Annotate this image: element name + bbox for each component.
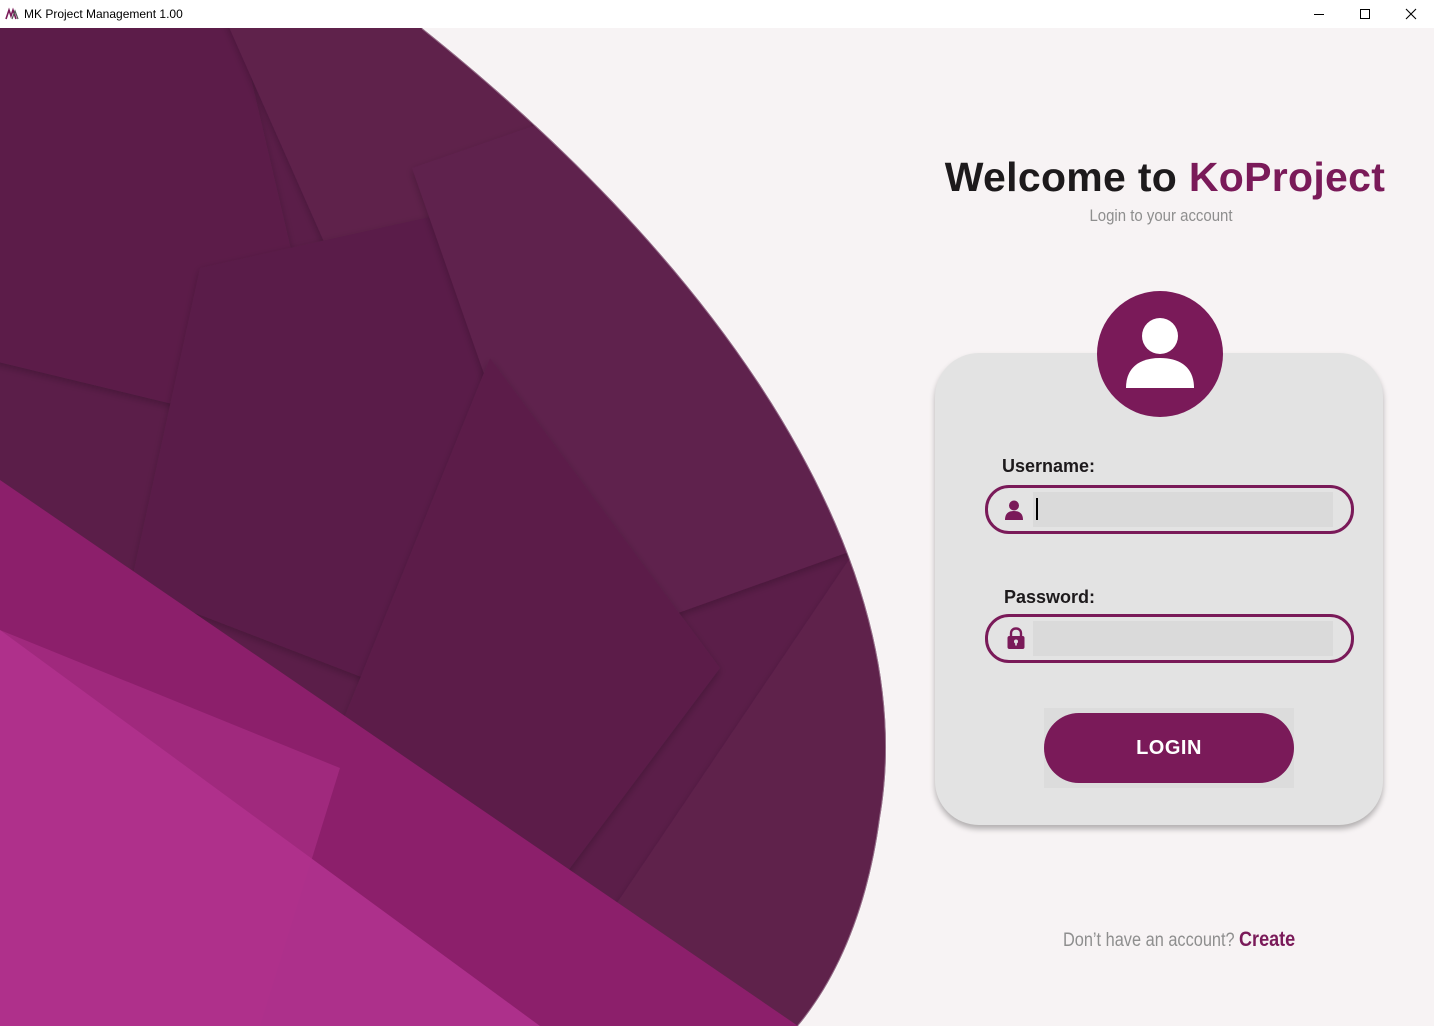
welcome-heading: Welcome to KoProject — [930, 154, 1400, 201]
password-input[interactable] — [1033, 621, 1333, 656]
username-label: Username: — [1002, 456, 1096, 476]
close-button[interactable] — [1388, 0, 1434, 28]
window-title: MK Project Management 1.00 — [24, 7, 183, 21]
signup-prompt: Don’t have an account? Create — [1020, 928, 1320, 952]
text-caret — [1036, 498, 1038, 520]
brand-name: KoProject — [1188, 154, 1386, 200]
app-window: MK Project Management 1.00 Welcome to Ko… — [0, 0, 1434, 1026]
app-logo-icon — [5, 7, 19, 20]
maximize-icon — [1360, 9, 1370, 19]
lock-icon — [1007, 627, 1025, 649]
signup-question: Don’t have an account? — [1063, 930, 1235, 951]
decorative-background-art — [0, 28, 887, 1026]
minimize-button[interactable] — [1296, 0, 1342, 28]
username-field[interactable] — [985, 485, 1354, 534]
avatar — [1097, 291, 1223, 417]
window-controls — [1296, 0, 1434, 28]
create-account-link[interactable]: Create — [1239, 928, 1295, 952]
login-screen: Welcome to KoProject Login to your accou… — [0, 28, 1434, 1026]
username-input[interactable] — [1033, 492, 1333, 527]
welcome-prefix: Welcome to — [944, 154, 1189, 200]
minimize-icon — [1314, 14, 1324, 15]
user-icon — [1005, 500, 1023, 520]
welcome-subtitle: Login to your account — [1089, 206, 1233, 225]
maximize-button[interactable] — [1342, 0, 1388, 28]
password-label: Password: — [1004, 587, 1096, 607]
close-icon — [1405, 8, 1417, 20]
user-avatar-icon — [1126, 318, 1194, 388]
password-field[interactable] — [985, 614, 1354, 663]
title-bar[interactable]: MK Project Management 1.00 — [0, 0, 1434, 28]
login-button[interactable]: LOGIN — [1044, 713, 1294, 783]
